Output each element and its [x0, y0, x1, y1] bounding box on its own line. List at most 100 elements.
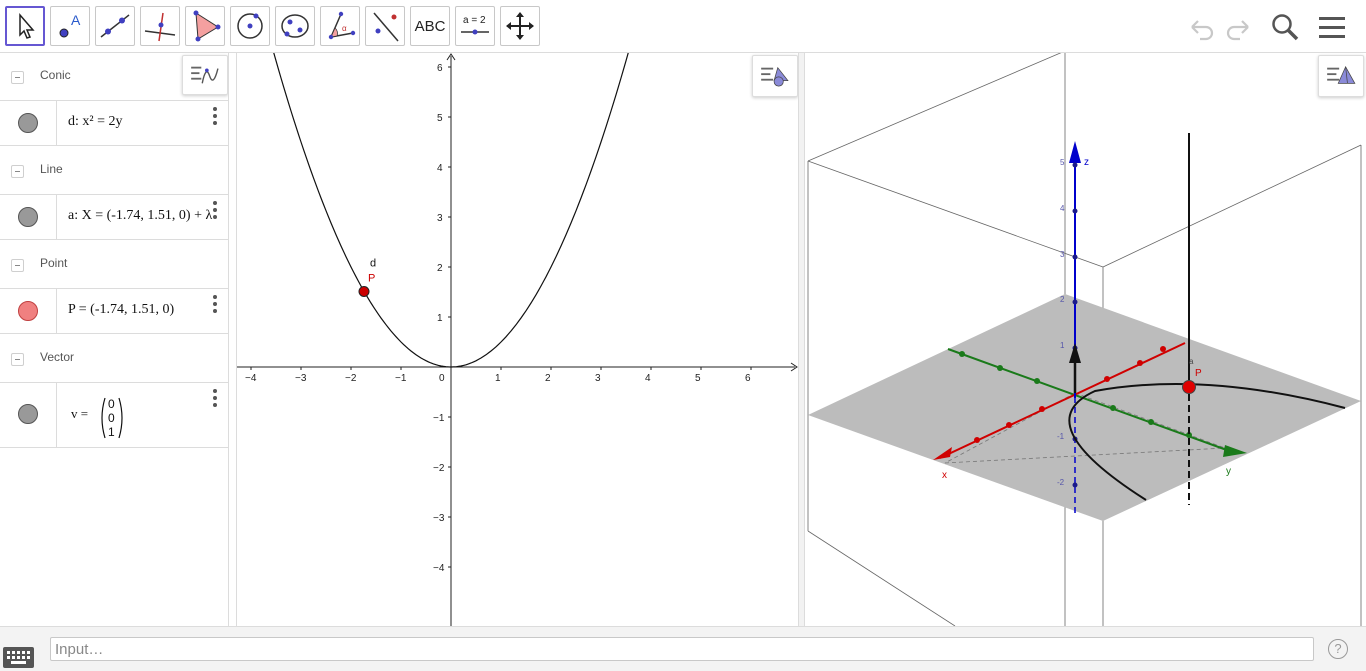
circle-tool-button[interactable] [230, 6, 270, 46]
z-tick-label: 2 [1060, 295, 1065, 304]
z-axis-arrow-icon [1069, 141, 1081, 163]
algebra-view: Conic d: x² = 2y Line a: X = (-1.74, 1.5… [0, 53, 229, 626]
collapse-icon[interactable] [11, 165, 24, 178]
conic-d-curve[interactable] [237, 53, 681, 368]
collapse-icon[interactable] [11, 353, 24, 366]
y-tick-label: 4 [437, 163, 443, 174]
view-splitter[interactable] [798, 53, 805, 626]
svg-text:a = 2: a = 2 [463, 15, 486, 26]
graphics-view-2d[interactable]: −4 −3 −2 −1 0 1 2 3 4 5 6 6 5 4 3 2 1 −1 −2 −3 −4 d P [236, 53, 798, 626]
x-tick-label: −4 [245, 373, 257, 384]
vector-component-y: 0 [108, 411, 115, 425]
group-header-conic[interactable]: Conic [0, 53, 228, 101]
polygon-icon [193, 10, 221, 42]
group-header-vector[interactable]: Vector [0, 335, 228, 383]
z-tick-label: 4 [1060, 204, 1065, 213]
y-tick-label: −3 [433, 513, 445, 524]
move-graphics-tool-button[interactable] [500, 6, 540, 46]
conic-d-label: d [370, 258, 376, 270]
vector-component-z: 1 [108, 425, 115, 439]
z-tick-label: -1 [1057, 432, 1065, 441]
reflect-tool-button[interactable] [365, 6, 405, 46]
z-tick-label: 5 [1060, 158, 1065, 167]
more-options-icon[interactable] [213, 107, 217, 128]
arrow-cursor-icon [19, 12, 35, 39]
svg-text:A: A [71, 12, 81, 28]
marble-cell [0, 383, 57, 447]
z-tick-label: 3 [1060, 250, 1065, 259]
x-tick-labels: −4 −3 −2 −1 0 1 2 3 4 5 6 [245, 367, 752, 384]
x-tick-label: 4 [645, 373, 651, 384]
main-menu-button[interactable] [1313, 8, 1351, 46]
y-tick-label: 3 [437, 213, 443, 224]
slider-icon: a = 2 [461, 15, 489, 35]
point-p-3d[interactable] [1182, 380, 1196, 394]
graphics-3d-style-bar-button[interactable] [1318, 55, 1364, 97]
vector-prefix[interactable]: v = [71, 406, 88, 422]
text-tool-button[interactable]: ABC [410, 6, 450, 46]
group-header-line[interactable]: Line [0, 147, 228, 195]
more-options-icon[interactable] [213, 389, 217, 410]
algebra-item-d[interactable]: d: x² = 2y [0, 100, 228, 146]
x-tick-label: −1 [395, 373, 407, 384]
move-tool-button[interactable] [5, 6, 45, 46]
visibility-marble-icon[interactable] [18, 207, 38, 227]
point-p-3d-label: P [1195, 368, 1202, 379]
input-bar: ? [0, 626, 1366, 671]
angle-tool-button[interactable]: α [320, 6, 360, 46]
perpendicular-tool-button[interactable] [140, 6, 180, 46]
ellipse-tool-button[interactable] [275, 6, 315, 46]
collapse-icon[interactable] [11, 71, 24, 84]
redo-button[interactable] [1219, 8, 1257, 46]
marble-cell [0, 289, 57, 333]
algebra-input-field[interactable] [50, 637, 1314, 661]
group-header-point[interactable]: Point [0, 241, 228, 289]
x-axis-3d-label: x [942, 470, 947, 481]
toolbar: A α ABC a = 2 [0, 0, 1366, 53]
algebra-item-v[interactable]: v = 0 0 1 [0, 382, 228, 448]
line-a-3d-label: a [1189, 357, 1194, 366]
polygon-tool-button[interactable] [185, 6, 225, 46]
slider-tool-button[interactable]: a = 2 [455, 6, 495, 46]
x-tick-label: −2 [345, 373, 357, 384]
item-definition[interactable]: P = (-1.74, 1.51, 0) [68, 302, 174, 318]
vector-component-x: 0 [108, 397, 115, 411]
x-tick-label: 1 [495, 373, 501, 384]
ellipse-icon [281, 14, 309, 38]
algebra-item-a[interactable]: a: X = (-1.74, 1.51, 0) + λ [0, 194, 228, 240]
group-label: Line [40, 162, 63, 176]
graphics-view-3d[interactable]: 5 4 3 2 1 -1 -2 P a x y z [805, 53, 1366, 626]
item-definition[interactable]: d: x² = 2y [68, 114, 122, 130]
y-axis-3d-label: y [1226, 466, 1231, 477]
angle-icon: α [328, 11, 356, 40]
graphics-3d-canvas[interactable]: 5 4 3 2 1 -1 -2 P a x y z [805, 53, 1366, 626]
graphics-style-bar-button[interactable] [752, 55, 798, 97]
item-definition[interactable]: a: X = (-1.74, 1.51, 0) + λ [68, 208, 212, 224]
keyboard-button[interactable] [3, 647, 34, 668]
point-p[interactable] [358, 286, 370, 297]
point-tool-button[interactable]: A [50, 6, 90, 46]
visibility-marble-icon[interactable] [18, 113, 38, 133]
collapse-icon[interactable] [11, 259, 24, 272]
visibility-marble-icon[interactable] [18, 301, 38, 321]
visibility-marble-icon[interactable] [18, 404, 38, 424]
graphics-2d-canvas[interactable]: −4 −3 −2 −1 0 1 2 3 4 5 6 6 5 4 3 2 1 −1 −2 −3 −4 d P [237, 53, 798, 626]
undo-button[interactable] [1183, 8, 1221, 46]
y-tick-label: −4 [433, 563, 445, 574]
line-tool-button[interactable] [95, 6, 135, 46]
algebra-item-p[interactable]: P = (-1.74, 1.51, 0) [0, 288, 228, 334]
reflect-line-icon [373, 12, 399, 42]
undo-icon [1191, 20, 1214, 41]
input-help-button[interactable]: ? [1328, 639, 1348, 659]
xy-plane[interactable] [808, 294, 1361, 521]
style-bar-icon [761, 66, 789, 87]
search-button[interactable] [1266, 8, 1304, 46]
y-tick-label: 6 [437, 63, 443, 74]
more-options-icon[interactable] [213, 201, 217, 222]
vector-matrix[interactable]: 0 0 1 [98, 395, 126, 441]
more-options-icon[interactable] [213, 295, 217, 316]
group-label: Conic [40, 68, 71, 82]
x-tick-label: 5 [695, 373, 701, 384]
group-label: Vector [40, 350, 75, 364]
z-tick-label: -2 [1057, 478, 1065, 487]
